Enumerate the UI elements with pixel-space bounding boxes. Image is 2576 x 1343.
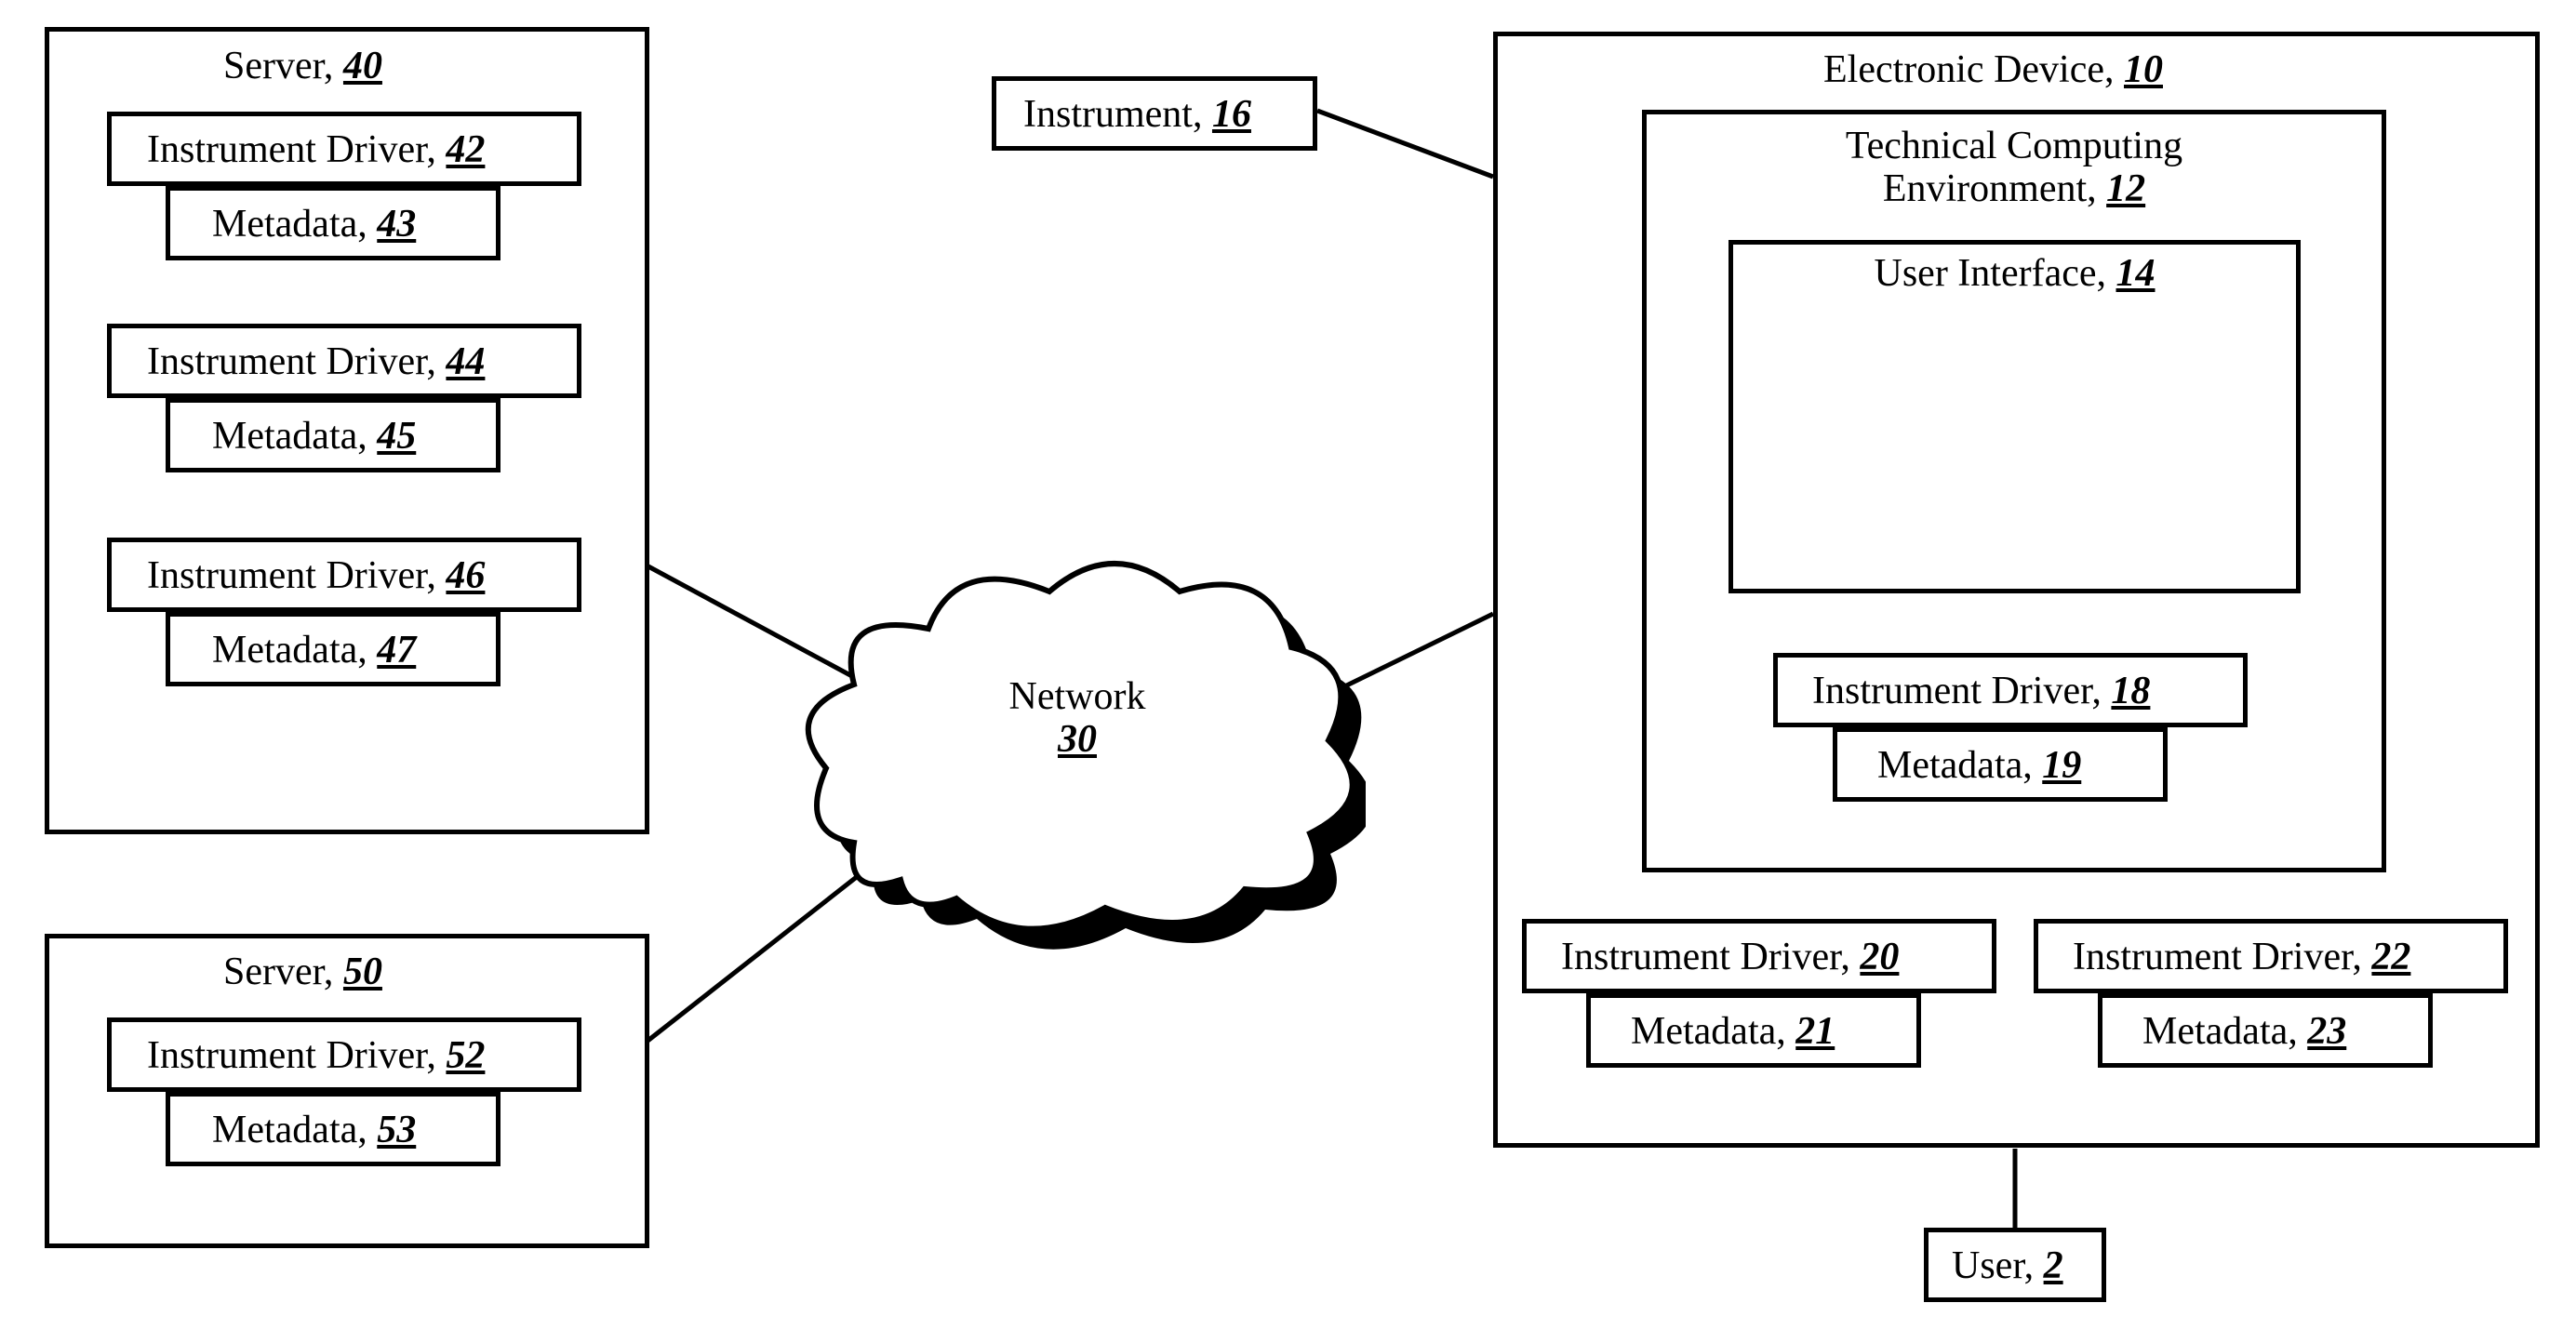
instrument-driver-44-label: Instrument Driver, 44 — [147, 340, 485, 383]
metadata-53-label: Metadata, 53 — [212, 1109, 416, 1151]
metadata-21-label: Metadata, 21 — [1631, 1010, 1835, 1053]
user-2-label: User, 2 — [1952, 1244, 2063, 1287]
user-interface-14-box: User Interface, 14 — [1728, 240, 2301, 593]
metadata-23-label: Metadata, 23 — [2142, 1010, 2346, 1053]
instrument-16-label: Instrument, 16 — [1023, 93, 1251, 136]
instrument-driver-42-label: Instrument Driver, 42 — [147, 128, 485, 171]
tce-12-title: Technical Computing Environment, 12 — [1772, 125, 2256, 210]
electronic-device-10-title: Electronic Device, 10 — [1823, 48, 2163, 91]
metadata-45-label: Metadata, 45 — [212, 415, 416, 458]
metadata-47-label: Metadata, 47 — [212, 629, 416, 672]
instrument-driver-22-label: Instrument Driver, 22 — [2073, 936, 2410, 978]
instrument-driver-20-label: Instrument Driver, 20 — [1561, 936, 1899, 978]
instrument-driver-18-label: Instrument Driver, 18 — [1812, 670, 2150, 712]
network-label: Network 30 — [984, 675, 1170, 761]
server-40-title: Server, 40 — [223, 45, 382, 87]
metadata-19-label: Metadata, 19 — [1877, 744, 2081, 787]
user-interface-14-label: User Interface, 14 — [1733, 252, 2296, 295]
server-50-title: Server, 50 — [223, 951, 382, 993]
instrument-driver-52-label: Instrument Driver, 52 — [147, 1034, 485, 1077]
instrument-driver-46-label: Instrument Driver, 46 — [147, 554, 485, 597]
metadata-43-label: Metadata, 43 — [212, 203, 416, 246]
